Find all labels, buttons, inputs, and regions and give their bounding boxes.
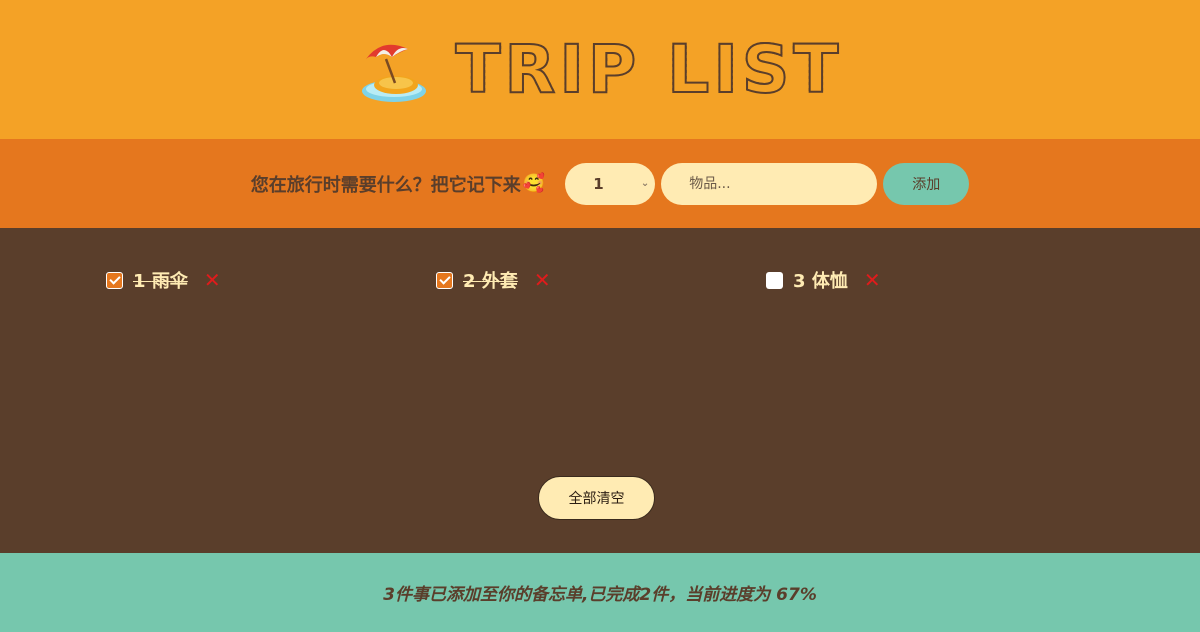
item-quantity: 1: [133, 271, 146, 292]
item-checkbox[interactable]: [436, 271, 453, 289]
page-title: TRIP LIST: [455, 30, 843, 108]
delete-icon[interactable]: ✕: [204, 270, 221, 290]
progress-stats: 3件事已添加至你的备忘单,已完成2件，当前进度为 67%: [383, 585, 817, 605]
item-label: 3 体恤: [793, 267, 848, 293]
beach-umbrella-island-icon: [358, 35, 430, 105]
header: TRIP LIST: [0, 0, 1200, 139]
item-quantity: 3: [793, 271, 806, 292]
chevron-down-icon: ⌄: [640, 177, 650, 189]
item-description: 雨伞: [151, 271, 188, 292]
item-description: 外套: [481, 271, 518, 292]
packing-list-area: 1 雨伞 ✕ 2 外套 ✕ 3 体恤 ✕ 全部清空: [0, 228, 1200, 553]
delete-icon[interactable]: ✕: [864, 270, 881, 290]
smiling-face-hearts-icon: 🥰: [522, 173, 546, 194]
delete-icon[interactable]: ✕: [534, 270, 551, 290]
item-label: 2 外套: [463, 267, 518, 293]
app: TRIP LIST 您在旅行时需要什么？把它记下来 🥰 1 ⌄ 添加 1 雨伞 …: [0, 0, 1200, 632]
list-item: 2 外套 ✕: [436, 268, 766, 292]
packing-list: 1 雨伞 ✕ 2 外套 ✕ 3 体恤 ✕: [0, 228, 1200, 292]
form-prompt-text: 您在旅行时需要什么？把它记下来: [250, 174, 521, 196]
clear-all-button[interactable]: 全部清空: [538, 476, 655, 520]
item-checkbox[interactable]: [106, 271, 123, 289]
item-checkbox[interactable]: [766, 271, 783, 289]
form-prompt: 您在旅行时需要什么？把它记下来 🥰: [251, 171, 545, 197]
item-label: 1 雨伞: [133, 267, 188, 293]
list-item: 1 雨伞 ✕: [106, 268, 436, 292]
footer: 3件事已添加至你的备忘单,已完成2件，当前进度为 67%: [0, 553, 1200, 632]
list-item: 3 体恤 ✕: [766, 268, 1096, 292]
add-item-form: 您在旅行时需要什么？把它记下来 🥰 1 ⌄ 添加: [0, 139, 1200, 228]
item-input[interactable]: [661, 162, 878, 205]
item-quantity: 2: [463, 271, 476, 292]
item-description: 体恤: [811, 271, 848, 292]
quantity-value: 1: [593, 174, 604, 193]
add-button[interactable]: 添加: [883, 162, 970, 205]
quantity-select[interactable]: 1 ⌄: [565, 162, 656, 205]
